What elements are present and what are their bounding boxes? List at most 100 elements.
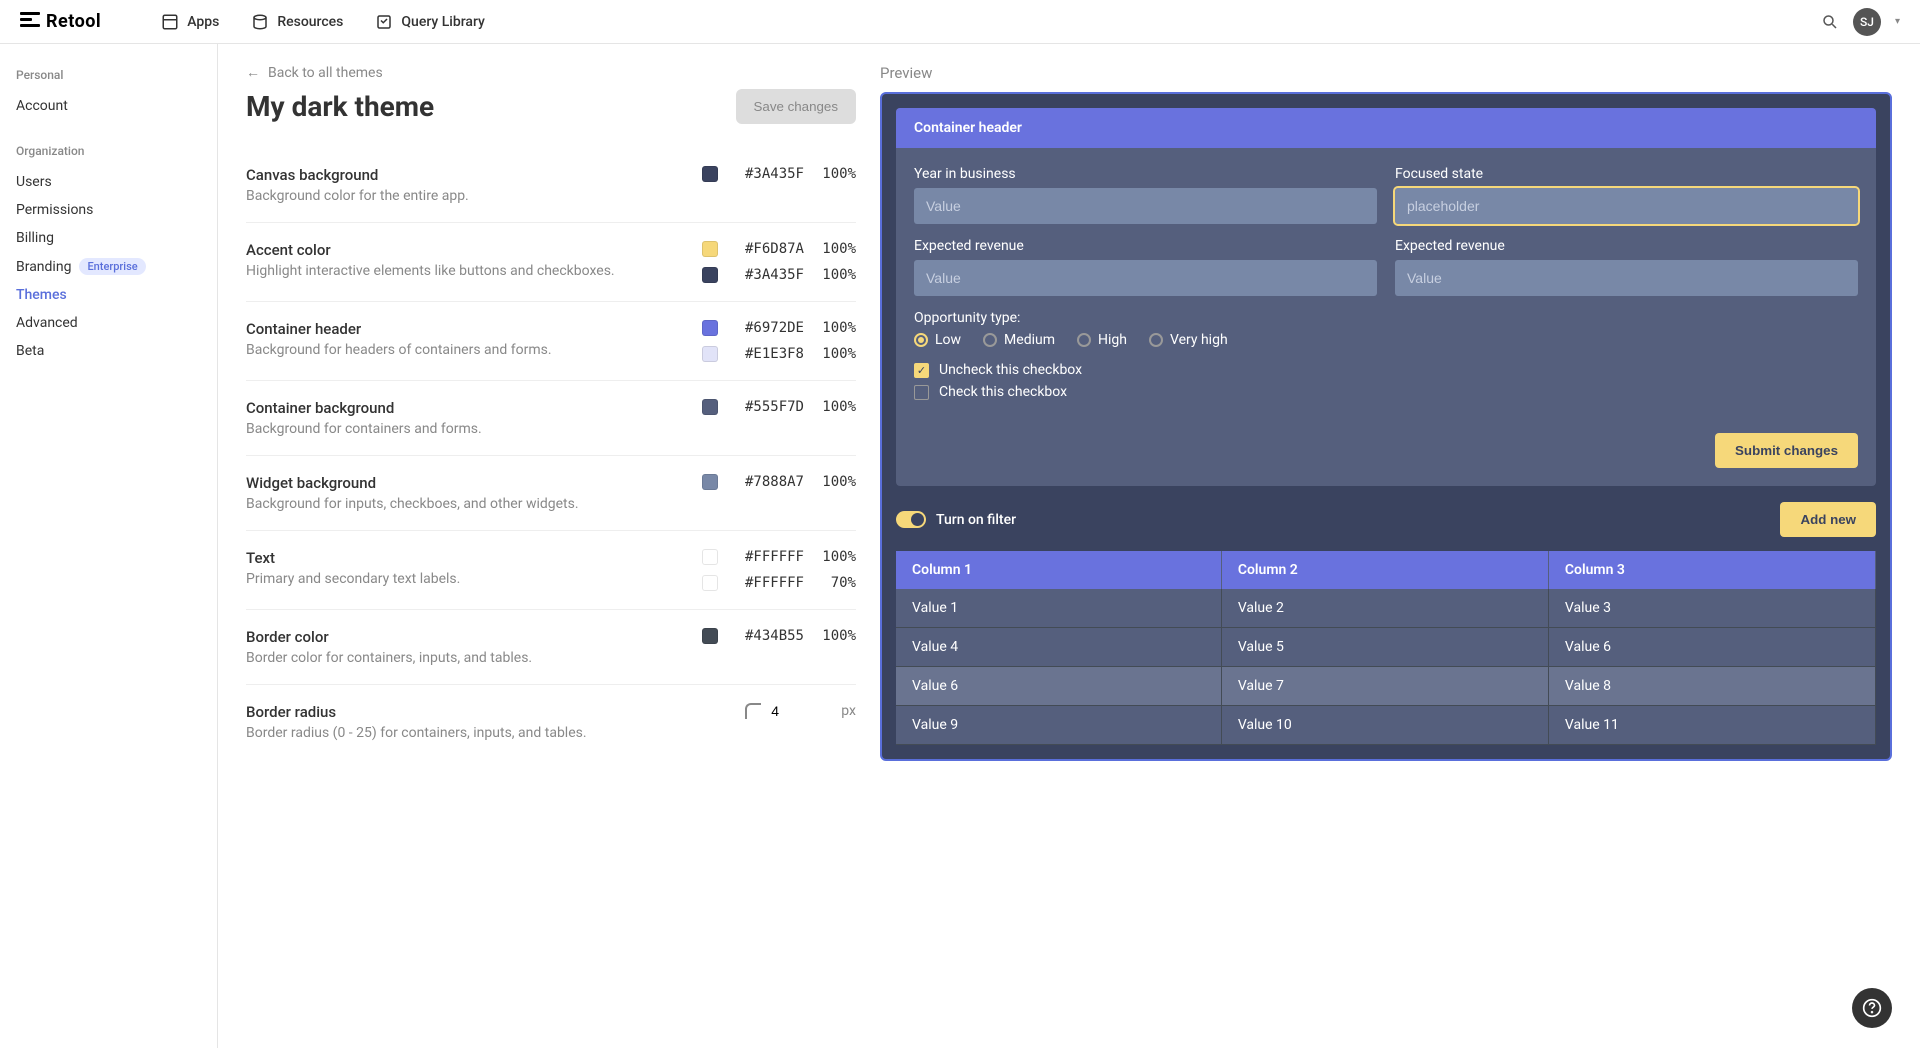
sidebar-item-themes[interactable]: Themes xyxy=(16,281,201,309)
nav-resources[interactable]: Resources xyxy=(251,13,343,31)
year-label: Year in business xyxy=(914,166,1377,182)
table-cell: Value 3 xyxy=(1548,589,1875,628)
color-value[interactable]: #555F7D 100% xyxy=(702,399,856,415)
checkbox-check[interactable]: Check this checkbox xyxy=(914,384,1858,400)
setting-name: Border color xyxy=(246,628,682,646)
back-link[interactable]: ← Back to all themes xyxy=(246,64,856,81)
color-opacity: 100% xyxy=(814,241,856,257)
color-value[interactable]: #3A435F100% xyxy=(702,166,856,182)
color-hex: #E1E3F8 xyxy=(728,346,804,362)
enterprise-badge: Enterprise xyxy=(79,258,145,275)
color-opacity: 100% xyxy=(814,320,856,336)
sidebar-item-branding[interactable]: Branding Enterprise xyxy=(16,252,201,281)
color-swatch xyxy=(702,628,718,644)
checkbox-uncheck[interactable]: ✓Uncheck this checkbox xyxy=(914,362,1858,378)
page-title: My dark theme xyxy=(246,90,434,123)
border-radius-label: Border radius xyxy=(246,703,725,721)
color-value[interactable]: #F6D87A 100% xyxy=(702,241,856,257)
color-hex: #FFFFFF xyxy=(728,575,804,591)
radio-high[interactable]: High xyxy=(1077,332,1127,348)
sidebar-item-users[interactable]: Users xyxy=(16,168,201,196)
radio-very-high[interactable]: Very high xyxy=(1149,332,1228,348)
rev2-input[interactable] xyxy=(1395,260,1858,296)
setting-name: Canvas background xyxy=(246,166,682,184)
table-row[interactable]: Value 1Value 2Value 3 xyxy=(896,589,1876,628)
sidebar-item-billing[interactable]: Billing xyxy=(16,224,201,252)
color-swatch xyxy=(702,549,718,565)
color-value[interactable]: #3A435F100% xyxy=(702,267,856,283)
topbar: Retool Apps Resources Query Library SJ ▾ xyxy=(0,0,1920,44)
color-opacity: 100% xyxy=(814,346,856,362)
table-cell: Value 7 xyxy=(1221,667,1548,706)
color-value[interactable]: #FFFFFF100% xyxy=(702,549,856,565)
save-button[interactable]: Save changes xyxy=(736,89,856,124)
help-button[interactable] xyxy=(1852,988,1892,1028)
sidebar: Personal Account Organization Users Perm… xyxy=(0,44,218,1048)
nav-query-library[interactable]: Query Library xyxy=(375,13,485,31)
table-row[interactable]: Value 9Value 10Value 11 xyxy=(896,706,1876,745)
radius-unit: px xyxy=(841,703,856,719)
border-radius-input[interactable] xyxy=(771,703,831,719)
color-opacity: 100% xyxy=(814,474,856,490)
setting-name: Widget background xyxy=(246,474,682,492)
top-nav: Apps Resources Query Library xyxy=(161,13,485,31)
setting-name: Container background xyxy=(246,399,682,417)
setting-desc: Background for headers of containers and… xyxy=(246,342,682,358)
nav-apps[interactable]: Apps xyxy=(161,13,219,31)
table-cell: Value 6 xyxy=(1548,628,1875,667)
sidebar-item-permissions[interactable]: Permissions xyxy=(16,196,201,224)
color-swatch xyxy=(702,166,718,182)
search-icon[interactable] xyxy=(1821,13,1839,31)
sidebar-label-personal: Personal xyxy=(16,68,201,82)
radio-icon xyxy=(914,333,928,347)
setting-row: Border colorBorder color for containers,… xyxy=(246,610,856,685)
color-value[interactable]: #434B55100% xyxy=(702,628,856,644)
color-hex: #555F7D xyxy=(728,399,804,415)
sidebar-item-beta[interactable]: Beta xyxy=(16,337,201,365)
color-value[interactable]: #7888A7100% xyxy=(702,474,856,490)
radio-low[interactable]: Low xyxy=(914,332,961,348)
submit-button[interactable]: Submit changes xyxy=(1715,433,1858,468)
table-cell: Value 5 xyxy=(1221,628,1548,667)
year-input[interactable] xyxy=(914,188,1377,224)
color-opacity: 100% xyxy=(814,166,856,182)
table-header[interactable]: Column 2 xyxy=(1221,551,1548,589)
color-swatch xyxy=(702,474,718,490)
table-row[interactable]: Value 4Value 5Value 6 xyxy=(896,628,1876,667)
filter-toggle[interactable] xyxy=(896,511,926,528)
color-value[interactable]: #6972DE100% xyxy=(702,320,856,336)
color-value[interactable]: #FFFFFF 70% xyxy=(702,575,856,591)
table-header[interactable]: Column 1 xyxy=(896,551,1221,589)
setting-row: TextPrimary and secondary text labels.#F… xyxy=(246,531,856,610)
table-row[interactable]: Value 6Value 7Value 8 xyxy=(896,667,1876,706)
color-swatch xyxy=(702,320,718,336)
radio-icon xyxy=(983,333,997,347)
chevron-down-icon[interactable]: ▾ xyxy=(1895,16,1900,27)
add-new-button[interactable]: Add new xyxy=(1780,502,1876,537)
setting-name: Container header xyxy=(246,320,682,338)
table-header[interactable]: Column 3 xyxy=(1548,551,1875,589)
color-hex: #F6D87A xyxy=(728,241,804,257)
rev1-input[interactable] xyxy=(914,260,1377,296)
color-swatch xyxy=(702,241,718,257)
sidebar-item-account[interactable]: Account xyxy=(16,92,201,120)
user-avatar[interactable]: SJ xyxy=(1853,8,1881,36)
table-cell: Value 11 xyxy=(1548,706,1875,745)
radio-medium[interactable]: Medium xyxy=(983,332,1055,348)
setting-desc: Background color for the entire app. xyxy=(246,188,682,204)
setting-row: Widget backgroundBackground for inputs, … xyxy=(246,456,856,531)
color-opacity: 70% xyxy=(814,575,856,591)
setting-desc: Primary and secondary text labels. xyxy=(246,571,682,587)
brand-name: Retool xyxy=(46,11,101,32)
color-swatch xyxy=(702,267,718,283)
setting-row: Container header Background for headers o… xyxy=(246,302,856,381)
color-opacity: 100% xyxy=(814,399,856,415)
logo[interactable]: Retool xyxy=(20,11,101,32)
table-cell: Value 1 xyxy=(896,589,1221,628)
sidebar-item-advanced[interactable]: Advanced xyxy=(16,309,201,337)
focused-input[interactable] xyxy=(1395,188,1858,224)
table-cell: Value 4 xyxy=(896,628,1221,667)
border-radius-desc: Border radius (0 - 25) for containers, i… xyxy=(246,725,725,741)
color-value[interactable]: #E1E3F8 100% xyxy=(702,346,856,362)
query-library-icon xyxy=(375,13,393,31)
